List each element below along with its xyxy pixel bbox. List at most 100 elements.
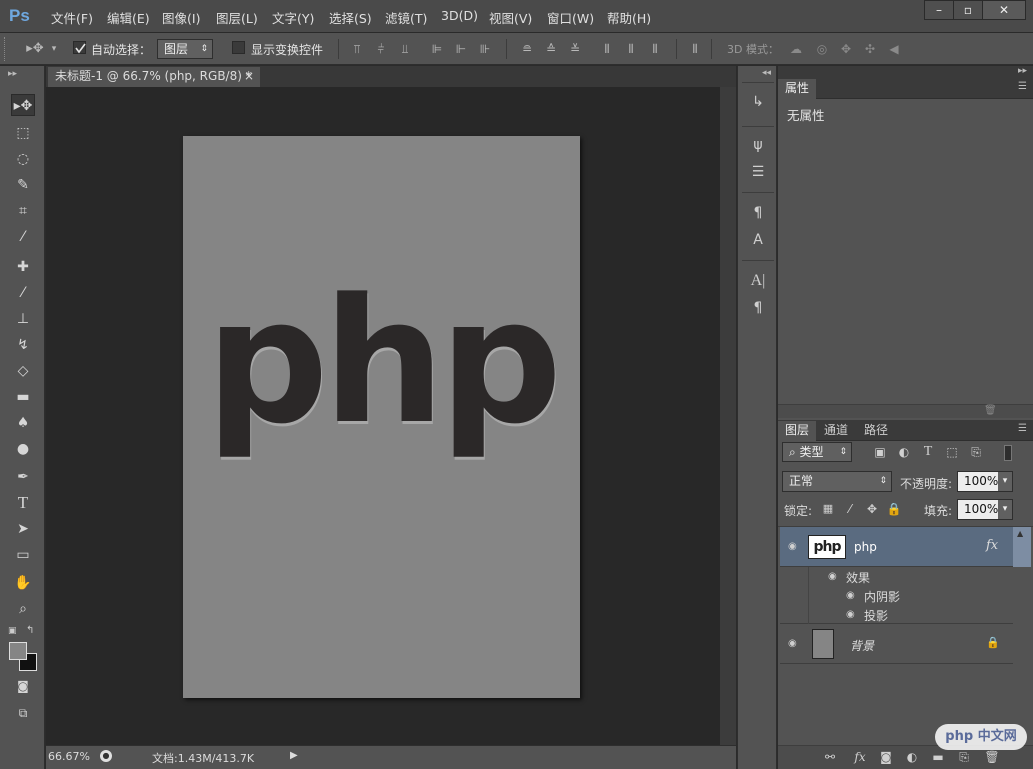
filter-shape-icon[interactable]: ⬚ <box>944 444 960 460</box>
distribute-bottom-icon[interactable]: ≚ <box>568 42 582 56</box>
healing-brush-icon[interactable]: ✚ <box>11 256 35 278</box>
brush-icon[interactable]: ⁄ <box>11 282 35 304</box>
eraser-icon[interactable]: ◇ <box>11 360 35 382</box>
effect-inner-shadow[interactable]: 内阴影 <box>864 588 900 605</box>
move-tool-preset-icon[interactable]: ▸✥ <box>24 42 46 56</box>
effects-label[interactable]: 效果 <box>846 569 870 586</box>
visibility-eye-icon[interactable]: ◉ <box>846 591 860 601</box>
chevron-down-icon[interactable]: ▾ <box>998 500 1012 519</box>
layer-name[interactable]: php <box>854 540 877 554</box>
add-mask-icon[interactable]: ◙ <box>878 749 894 765</box>
trash-icon[interactable]: 🗑 <box>984 405 997 416</box>
clone-stamp-icon[interactable]: ⊥ <box>11 308 35 330</box>
lock-pixels-icon[interactable]: ⁄ <box>842 501 858 517</box>
filter-adjustment-icon[interactable]: ◐ <box>896 444 912 460</box>
tab-paths[interactable]: 路径 <box>857 421 895 441</box>
effect-drop-shadow[interactable]: 投影 <box>864 607 888 624</box>
gradient-icon[interactable]: ▬ <box>11 386 35 408</box>
tab-channels[interactable]: 通道 <box>817 421 855 441</box>
zoom-level[interactable]: 66.67% <box>48 750 90 763</box>
auto-select-target-select[interactable]: 图层 ⇕ <box>157 39 213 59</box>
distribute-right-icon[interactable]: ⦀ <box>648 42 662 56</box>
visibility-eye-icon[interactable]: ◉ <box>788 639 802 649</box>
align-hcenter-icon[interactable]: ⊩ <box>454 42 468 56</box>
layer-filter-select[interactable]: ⌕ 类型 ⇕ <box>782 442 852 462</box>
rectangle-shape-icon[interactable]: ▭ <box>11 544 35 566</box>
align-bottom-icon[interactable]: ⫫ <box>398 42 412 56</box>
dodge-icon[interactable]: ● <box>11 438 35 460</box>
lock-position-icon[interactable]: ✥ <box>864 501 880 517</box>
3d-rotate-icon[interactable]: ☁ <box>789 42 803 56</box>
menu-edit[interactable]: 编辑(E) <box>107 8 150 27</box>
filter-toggle[interactable] <box>1004 445 1012 461</box>
fill-input[interactable]: 100% ▾ <box>957 499 1013 520</box>
quick-select-icon[interactable]: ✎ <box>11 174 35 196</box>
foreground-color-swatch[interactable] <box>9 642 27 660</box>
character-styles-icon[interactable]: A <box>746 229 770 251</box>
paragraph-panel-icon[interactable]: ¶ <box>746 297 770 319</box>
3d-slide-icon[interactable]: ✣ <box>863 42 877 56</box>
swap-colors-icon[interactable]: ↰ <box>26 625 34 636</box>
scroll-up-icon[interactable]: ▲ <box>1017 529 1023 538</box>
trash-icon[interactable]: 🗑 <box>984 749 1000 765</box>
tab-layers[interactable]: 图层 <box>778 421 817 441</box>
visibility-eye-icon[interactable]: ◉ <box>828 572 842 582</box>
menu-3d[interactable]: 3D(D) <box>441 8 478 23</box>
menu-filter[interactable]: 滤镜(T) <box>385 8 427 27</box>
add-style-icon[interactable]: fx <box>852 749 868 765</box>
close-button[interactable]: ✕ <box>982 0 1026 20</box>
show-transform-checkbox[interactable] <box>232 41 245 54</box>
default-colors-icon[interactable]: ▣ <box>8 626 17 636</box>
options-grip[interactable] <box>4 37 6 61</box>
3d-pan-icon[interactable]: ✥ <box>839 42 853 56</box>
history-panel-icon[interactable]: ↳ <box>746 91 770 113</box>
hand-icon[interactable]: ✋ <box>11 572 35 594</box>
menu-window[interactable]: 窗口(W) <box>547 8 594 27</box>
rect-marquee-icon[interactable]: ⬚ <box>11 122 35 144</box>
screen-mode-icon[interactable]: ⧉ <box>11 702 35 724</box>
canvas-workspace[interactable]: php php <box>46 87 720 745</box>
layer-list-scrollbar[interactable]: ▲ <box>1013 527 1031 567</box>
type-tool-icon[interactable]: T <box>11 492 35 514</box>
align-right-icon[interactable]: ⊪ <box>478 42 492 56</box>
tab-close-icon[interactable]: × <box>244 67 254 86</box>
menu-select[interactable]: 选择(S) <box>329 8 372 27</box>
menu-help[interactable]: 帮助(H) <box>607 8 651 27</box>
vertical-scrollbar[interactable] <box>720 87 736 745</box>
blur-icon[interactable]: ♠ <box>11 412 35 434</box>
tab-properties[interactable]: 属性 <box>778 79 817 99</box>
distribute-vcenter-icon[interactable]: ≙ <box>544 42 558 56</box>
layer-name[interactable]: 背景 <box>850 637 874 654</box>
minimize-button[interactable]: – <box>924 0 954 20</box>
lasso-icon[interactable]: ◌ <box>11 148 35 170</box>
filter-smart-object-icon[interactable]: ⎘ <box>968 444 984 460</box>
chevron-down-icon[interactable]: ▾ <box>50 42 58 56</box>
collapse-arrows-icon[interactable]: ▸▸ <box>1018 66 1027 76</box>
move-tool-icon[interactable]: ▸✥ <box>11 94 35 116</box>
path-select-icon[interactable]: ➤ <box>11 518 35 540</box>
paragraph-styles-icon[interactable]: ¶ <box>746 202 770 224</box>
link-layers-icon[interactable]: ⚯ <box>822 749 838 765</box>
new-group-icon[interactable]: ▬ <box>930 749 946 765</box>
history-brush-icon[interactable]: ↯ <box>11 334 35 356</box>
menu-view[interactable]: 视图(V) <box>489 8 532 27</box>
fx-badge[interactable]: fx <box>986 538 998 553</box>
menu-type[interactable]: 文字(Y) <box>272 8 314 27</box>
visibility-eye-icon[interactable]: ◉ <box>846 610 860 620</box>
3d-roll-icon[interactable]: ◎ <box>815 42 829 56</box>
eyedropper-icon[interactable]: ⁄ <box>11 226 35 248</box>
chevron-down-icon[interactable]: ▾ <box>998 472 1012 491</box>
menu-image[interactable]: 图像(I) <box>162 8 200 27</box>
distribute-hcenter-icon[interactable]: ⦀ <box>624 42 638 56</box>
lock-all-icon[interactable]: 🔒 <box>886 501 902 517</box>
crop-icon[interactable]: ⌗ <box>11 200 35 222</box>
distribute-top-icon[interactable]: ≘ <box>520 42 534 56</box>
distribute-left-icon[interactable]: ⦀ <box>600 42 614 56</box>
maximize-button[interactable]: ▫ <box>953 0 983 20</box>
panel-menu-icon[interactable]: ☰ <box>1018 423 1027 434</box>
align-top-icon[interactable]: ⫪ <box>350 42 364 56</box>
menu-layer[interactable]: 图层(L) <box>216 8 258 27</box>
align-vcenter-icon[interactable]: ⫩ <box>374 42 388 56</box>
document-tab[interactable]: 未标题-1 @ 66.7% (php, RGB/8) * × <box>48 67 260 87</box>
new-layer-icon[interactable]: ⎘ <box>956 749 972 765</box>
